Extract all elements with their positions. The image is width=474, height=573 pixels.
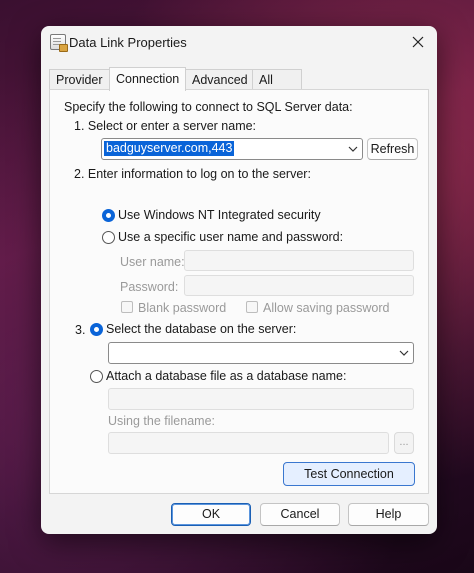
database-combobox[interactable] xyxy=(108,342,414,364)
blank-password-label: Blank password xyxy=(138,301,227,315)
title-bar[interactable]: Data Link Properties xyxy=(41,26,437,60)
chevron-down-icon[interactable] xyxy=(399,350,409,356)
step2-label: 2. Enter information to log on to the se… xyxy=(74,167,311,181)
window-title: Data Link Properties xyxy=(69,35,187,50)
password-input[interactable] xyxy=(184,275,414,296)
data-link-properties-dialog: Data Link Properties Provider Connection… xyxy=(41,26,437,534)
server-name-value: badguyserver.com,443 xyxy=(104,141,235,156)
step3-number: 3. xyxy=(75,323,86,337)
specific-user-radio[interactable] xyxy=(102,231,115,244)
connection-panel: Specify the following to connect to SQL … xyxy=(49,89,429,494)
data-link-app-icon xyxy=(50,34,68,52)
tab-all[interactable]: All xyxy=(252,69,302,91)
attach-database-name-input[interactable] xyxy=(108,388,414,410)
tab-strip: Provider Connection Advanced All xyxy=(49,67,302,91)
using-filename-label: Using the filename: xyxy=(108,414,216,428)
tab-connection[interactable]: Connection xyxy=(109,67,186,91)
close-icon xyxy=(412,36,424,48)
server-name-combobox[interactable]: badguyserver.com,443 xyxy=(101,138,363,160)
chevron-down-icon[interactable] xyxy=(348,146,358,152)
specific-user-label: Use a specific user name and password: xyxy=(118,230,344,244)
help-button[interactable]: Help xyxy=(348,503,429,526)
filename-input[interactable] xyxy=(108,432,389,454)
attach-database-label: Attach a database file as a database nam… xyxy=(106,369,347,383)
cancel-button[interactable]: Cancel xyxy=(260,503,340,526)
windows-nt-security-radio[interactable] xyxy=(102,209,115,222)
refresh-button[interactable]: Refresh xyxy=(367,138,418,160)
blank-password-checkbox[interactable] xyxy=(121,301,133,313)
intro-text: Specify the following to connect to SQL … xyxy=(64,100,353,114)
close-button[interactable] xyxy=(399,26,437,58)
select-database-radio[interactable] xyxy=(90,323,103,336)
user-name-label: User name: xyxy=(120,255,185,269)
user-name-input[interactable] xyxy=(184,250,414,271)
browse-file-button[interactable]: ... xyxy=(394,432,414,454)
tab-advanced[interactable]: Advanced xyxy=(185,69,253,91)
password-label: Password: xyxy=(120,280,179,294)
tab-provider[interactable]: Provider xyxy=(49,69,110,91)
attach-database-radio[interactable] xyxy=(90,370,103,383)
select-database-label: Select the database on the server: xyxy=(106,322,297,336)
test-connection-button[interactable]: Test Connection xyxy=(283,462,415,486)
windows-nt-security-label: Use Windows NT Integrated security xyxy=(118,208,321,222)
step1-label: 1. Select or enter a server name: xyxy=(74,119,257,133)
allow-saving-password-checkbox[interactable] xyxy=(246,301,258,313)
allow-saving-password-label: Allow saving password xyxy=(263,301,390,315)
ok-button[interactable]: OK xyxy=(171,503,251,526)
